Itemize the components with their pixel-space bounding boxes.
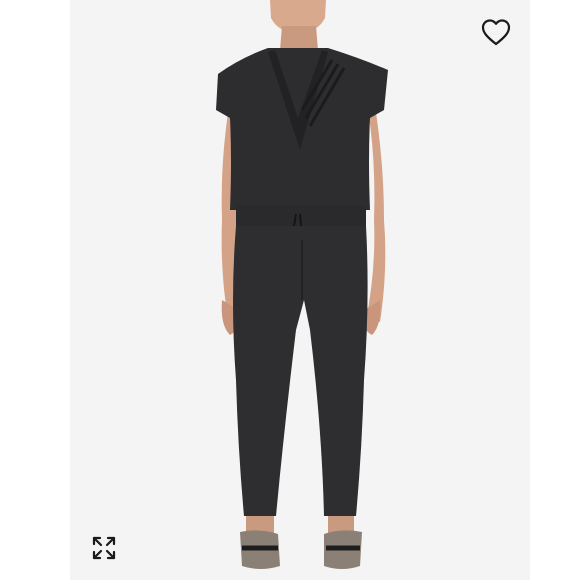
heart-outline-icon: [481, 19, 511, 46]
like-button[interactable]: [478, 14, 514, 50]
image-viewer: [0, 0, 580, 580]
fullscreen-button[interactable]: [88, 532, 120, 564]
product-photo-frame: [70, 0, 530, 580]
product-photo: [216, 0, 388, 569]
expand-arrows-icon: [92, 536, 116, 560]
